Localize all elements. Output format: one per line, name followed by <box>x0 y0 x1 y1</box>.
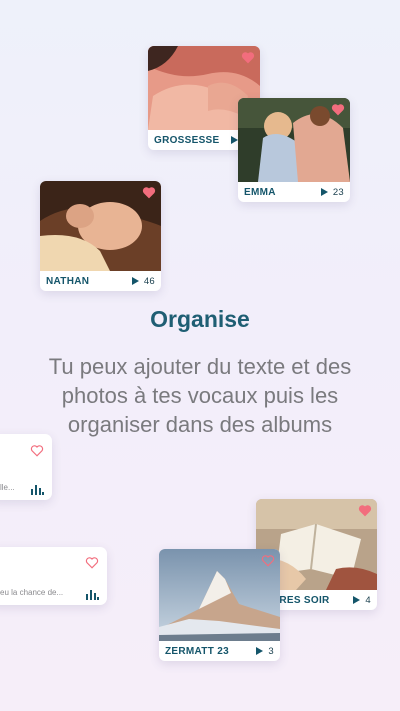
audio-bars-icon[interactable] <box>86 587 99 600</box>
album-footer: NATHAN 46 <box>40 271 161 291</box>
album-count: 3 <box>268 645 274 657</box>
heart-icon[interactable] <box>241 51 255 64</box>
play-icon[interactable] <box>131 277 139 285</box>
album-count: 23 <box>332 186 344 198</box>
album-name: GROSSESSE <box>154 134 220 146</box>
page-description: Tu peux ajouter du texte et des photos à… <box>48 354 352 437</box>
album-card-zermatt[interactable]: ZERMATT 23 3 <box>159 549 280 661</box>
heart-icon[interactable] <box>142 186 156 199</box>
voice-note-card[interactable]: eu la chance de... <box>0 547 107 605</box>
play-icon[interactable] <box>320 188 328 196</box>
album-footer: ZERMATT 23 3 <box>159 641 280 661</box>
album-card-emma[interactable]: EMMA 23 <box>238 98 350 202</box>
album-card-nathan[interactable]: NATHAN 46 <box>40 181 161 291</box>
voice-note-card[interactable]: lle... <box>0 434 52 500</box>
album-name: NATHAN <box>46 275 90 287</box>
heart-icon[interactable] <box>358 504 372 517</box>
album-count: 4 <box>365 594 371 606</box>
play-icon[interactable] <box>353 596 361 604</box>
voice-note-snippet: lle... <box>0 483 15 492</box>
heart-outline-icon[interactable] <box>85 556 99 569</box>
album-name: EMMA <box>244 186 276 198</box>
album-count: 46 <box>143 275 155 287</box>
heart-outline-icon[interactable] <box>261 554 275 567</box>
audio-bars-icon[interactable] <box>31 482 44 495</box>
voice-note-snippet: eu la chance de... <box>0 588 64 597</box>
heart-icon[interactable] <box>331 103 345 116</box>
play-icon[interactable] <box>230 136 238 144</box>
heart-outline-icon[interactable] <box>30 444 44 457</box>
page-title: Organise <box>150 306 250 332</box>
play-icon[interactable] <box>256 647 264 655</box>
album-name: ZERMATT 23 <box>165 645 229 657</box>
album-footer: EMMA 23 <box>238 182 350 202</box>
